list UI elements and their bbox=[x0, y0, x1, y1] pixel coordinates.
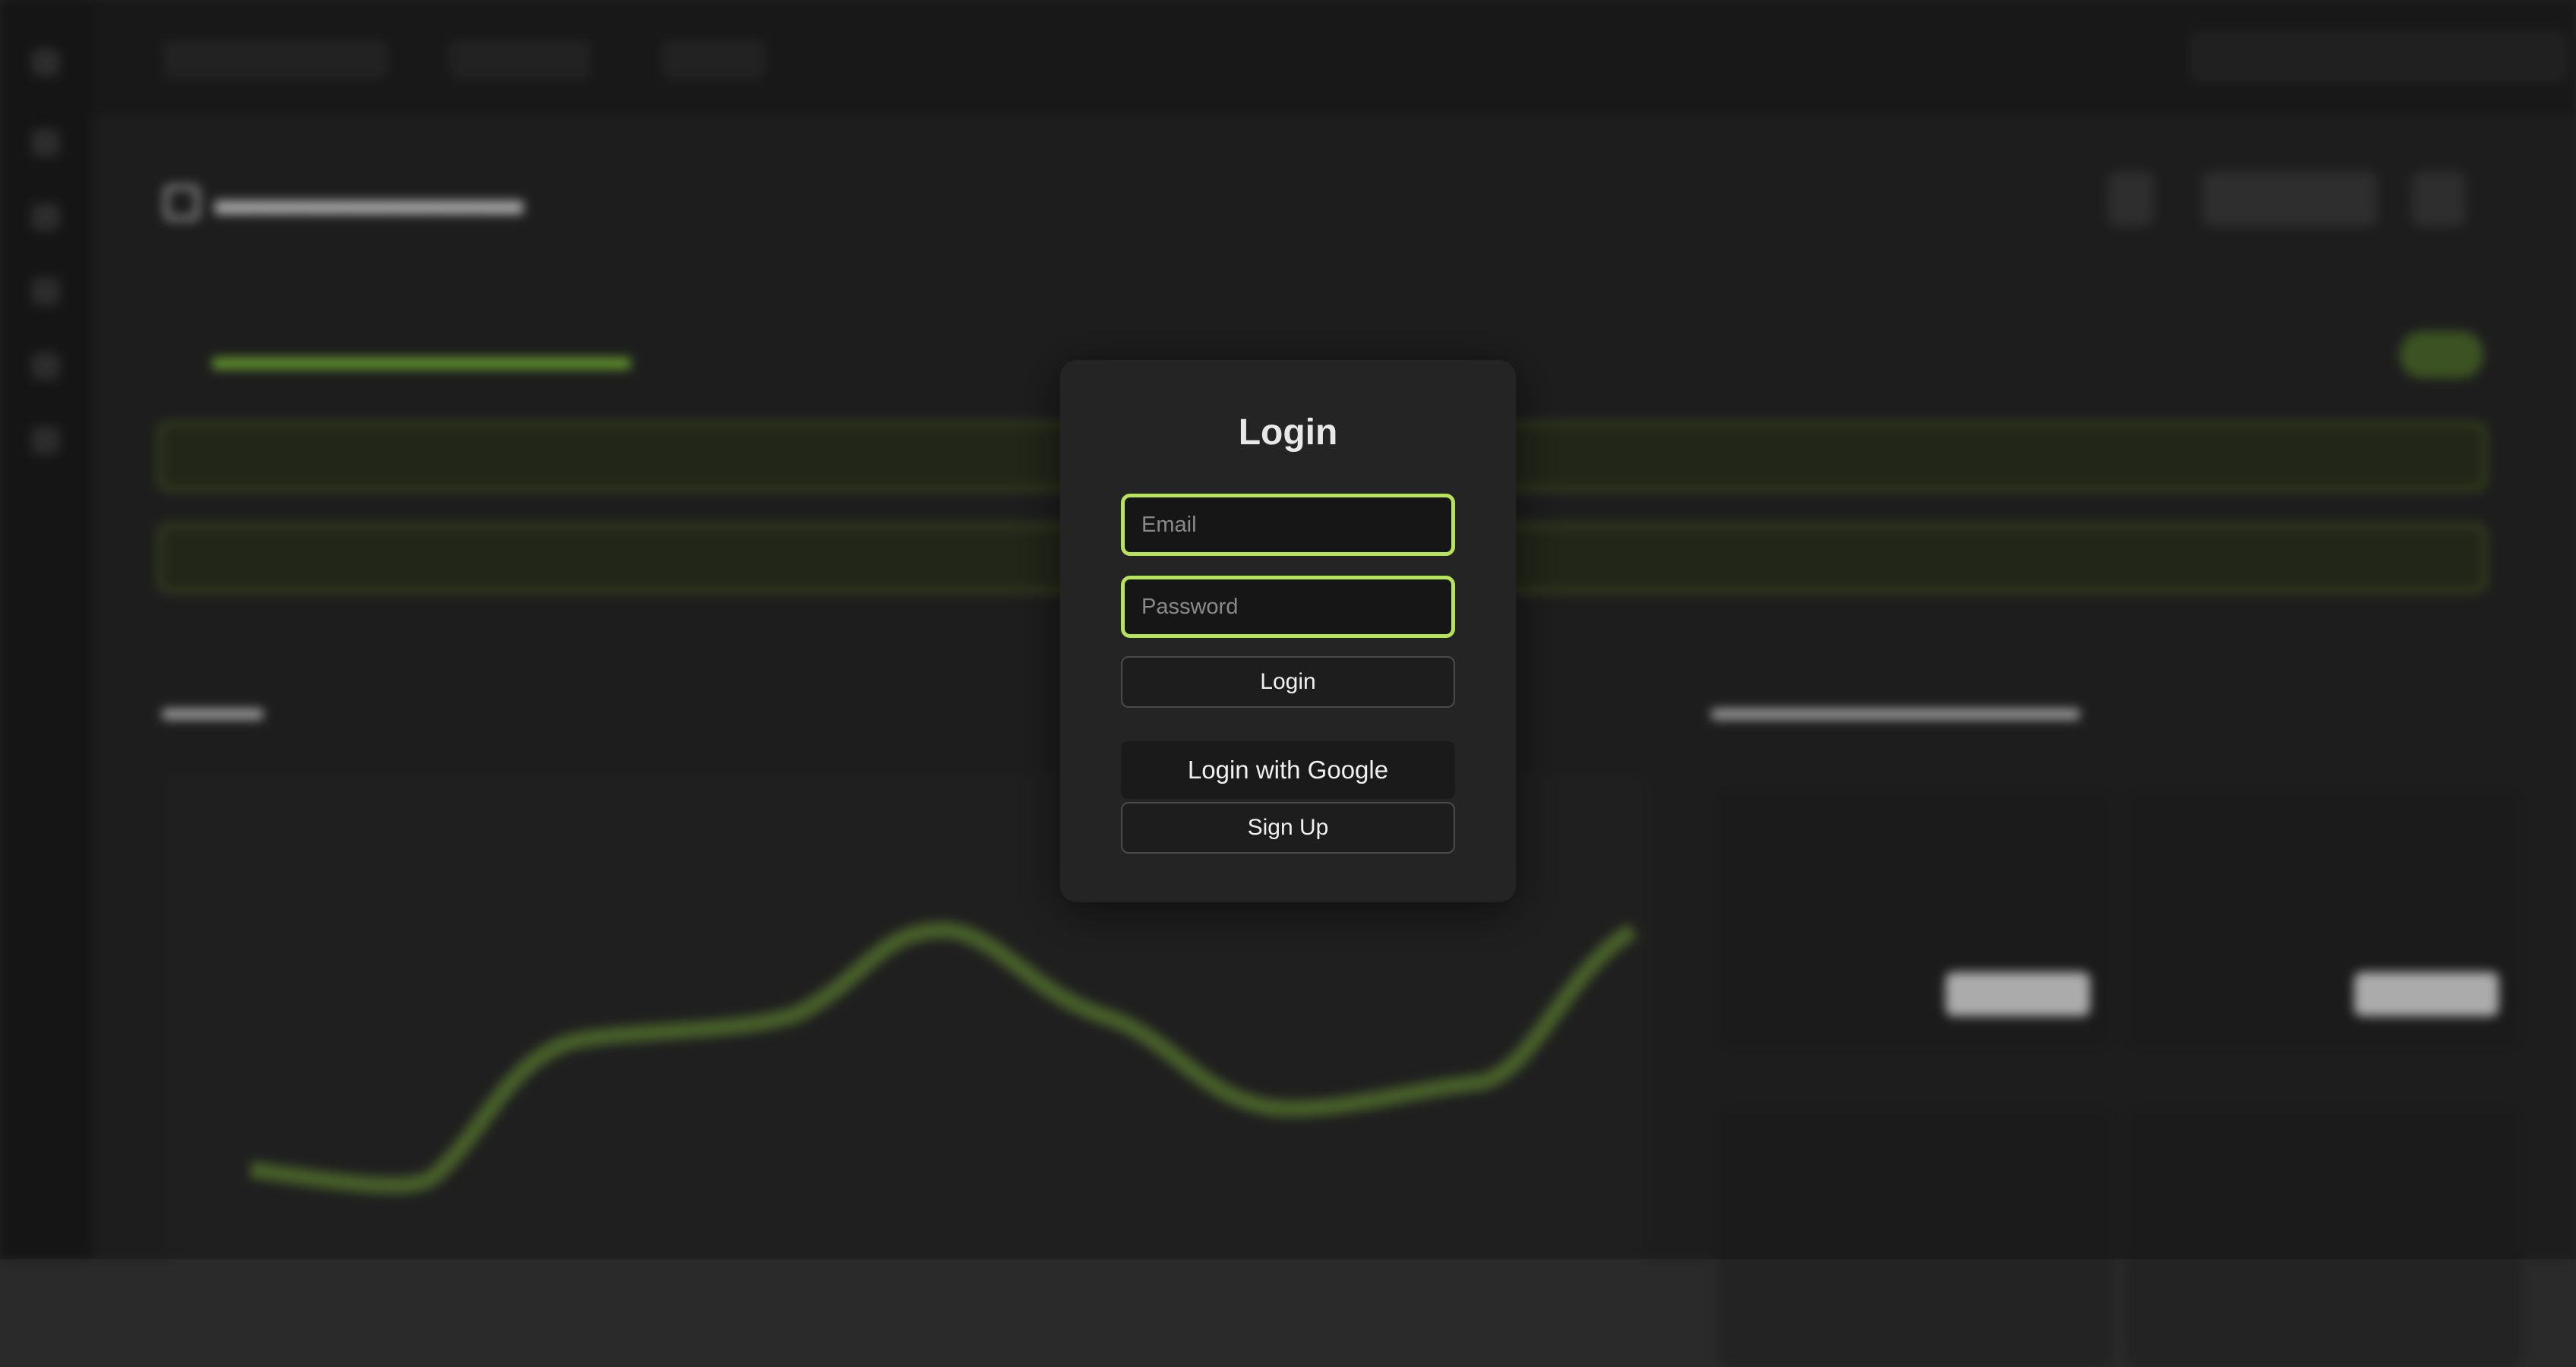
password-input[interactable] bbox=[1121, 576, 1455, 638]
login-with-google-button[interactable]: Login with Google bbox=[1121, 741, 1455, 799]
sign-up-button[interactable]: Sign Up bbox=[1121, 802, 1455, 854]
login-title: Login bbox=[1238, 412, 1338, 453]
login-modal: Login Login Login with Google Sign Up bbox=[1060, 360, 1516, 902]
login-button[interactable]: Login bbox=[1121, 656, 1455, 708]
email-input[interactable] bbox=[1121, 494, 1455, 556]
